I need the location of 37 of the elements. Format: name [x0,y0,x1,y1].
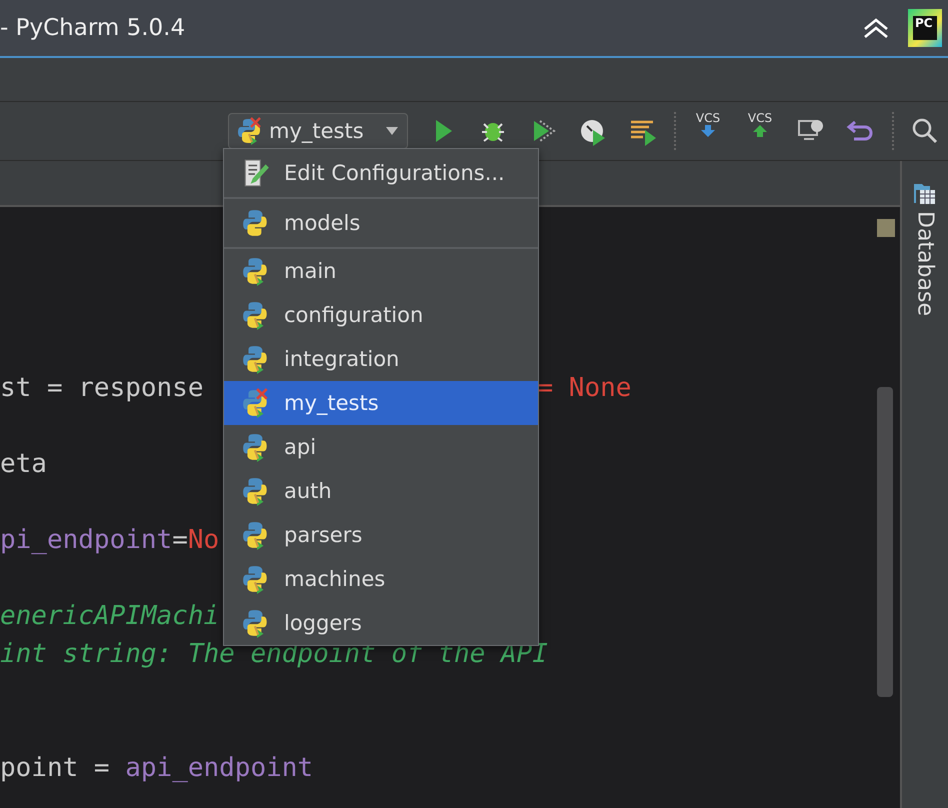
menu-item[interactable]: my_tests [224,381,538,425]
menu-item[interactable]: Edit Configurations... [224,149,538,199]
python-failed-test-icon [242,388,270,418]
menu-item[interactable]: integration [224,337,538,381]
arrow-down-icon [701,125,715,137]
code-text: = None [538,373,632,403]
menu-item[interactable]: models [224,199,538,249]
inspection-marker [877,219,895,237]
search-icon [910,116,940,146]
database-icon [913,181,937,205]
code-text: pi_endpoint [0,525,172,555]
code-text: api_endpoint [125,753,314,783]
menu-item[interactable]: machines [224,557,538,601]
vcs-commit-button[interactable]: VCS [738,111,782,151]
database-tool-button[interactable]: Database [912,181,938,316]
double-chevron-up-icon[interactable] [862,17,890,39]
code-text: eta [0,449,47,479]
run-configuration-dropdown[interactable]: my_tests [228,113,408,149]
menu-item[interactable]: configuration [224,293,538,337]
code-text: = [172,525,188,555]
app-logo: PC [908,9,942,47]
menu-item[interactable]: main [224,249,538,293]
edit-document-icon [242,158,270,188]
code-comment: enericAPIMachi [0,601,220,631]
scrollbar-thumb[interactable] [877,387,893,697]
menu-item[interactable]: api [224,425,538,469]
code-text: st = response [0,373,204,403]
window-title: - PyCharm 5.0.4 [0,15,186,41]
arrow-up-icon [753,125,767,137]
menu-item[interactable]: loggers [224,601,538,645]
vcs-update-button[interactable]: VCS [686,111,730,151]
menu-item[interactable]: auth [224,469,538,513]
python-failed-test-icon [237,117,263,145]
caret-down-icon [385,126,399,136]
menu-item[interactable]: parsers [224,513,538,557]
code-text: point = [0,753,111,783]
code-text: No [188,525,220,555]
